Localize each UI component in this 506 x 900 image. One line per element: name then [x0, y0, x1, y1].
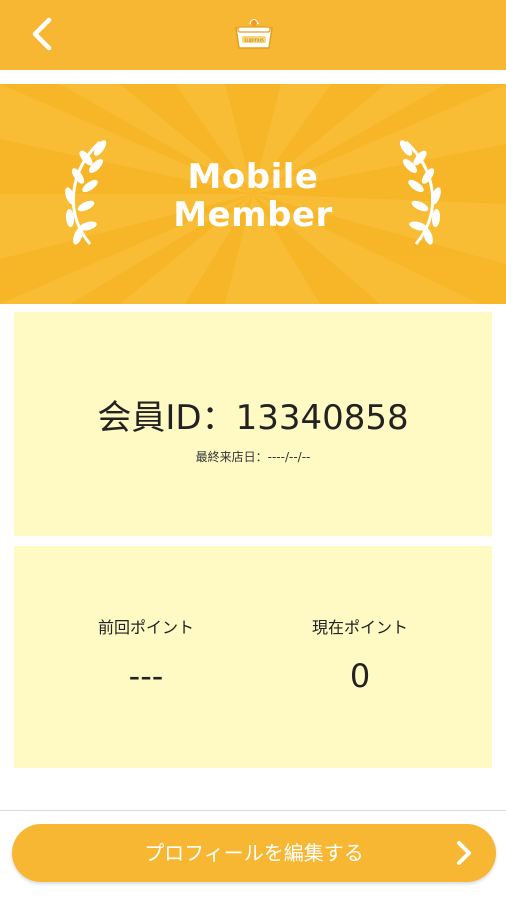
back-button[interactable]: [24, 14, 60, 54]
last-visit-date: 最終来店日：----/--/--: [195, 450, 311, 464]
member-id: 会員ID：13340858: [97, 398, 409, 438]
top-gap: [0, 70, 506, 84]
chevron-left-icon: [32, 17, 52, 51]
edit-profile-button[interactable]: プロフィールを編集する: [12, 824, 496, 882]
top-bar: Lupinus: [0, 0, 506, 70]
current-points: 現在ポイント 0: [260, 618, 460, 694]
member-banner: Mobile Member: [0, 84, 506, 304]
svg-text:Lupinus: Lupinus: [244, 38, 264, 44]
store-basket-logo: Lupinus: [235, 19, 273, 49]
footer-divider: [0, 810, 506, 811]
banner-title-line1: Mobile: [187, 157, 319, 197]
chevron-right-icon: [457, 841, 471, 865]
points-panel: 前回ポイント --- 現在ポイント 0: [14, 546, 492, 768]
previous-points-label: 前回ポイント: [97, 618, 194, 637]
banner-title: Mobile Member: [0, 158, 506, 234]
member-id-panel: 会員ID：13340858 最終来店日：----/--/--: [14, 312, 492, 536]
edit-profile-label: プロフィールを編集する: [144, 841, 364, 865]
previous-points: 前回ポイント ---: [46, 618, 246, 694]
banner-title-line2: Member: [173, 195, 333, 235]
store-logo: Lupinus: [232, 14, 276, 54]
previous-points-value: ---: [128, 657, 164, 695]
current-points-value: 0: [349, 657, 371, 695]
current-points-label: 現在ポイント: [311, 618, 408, 637]
